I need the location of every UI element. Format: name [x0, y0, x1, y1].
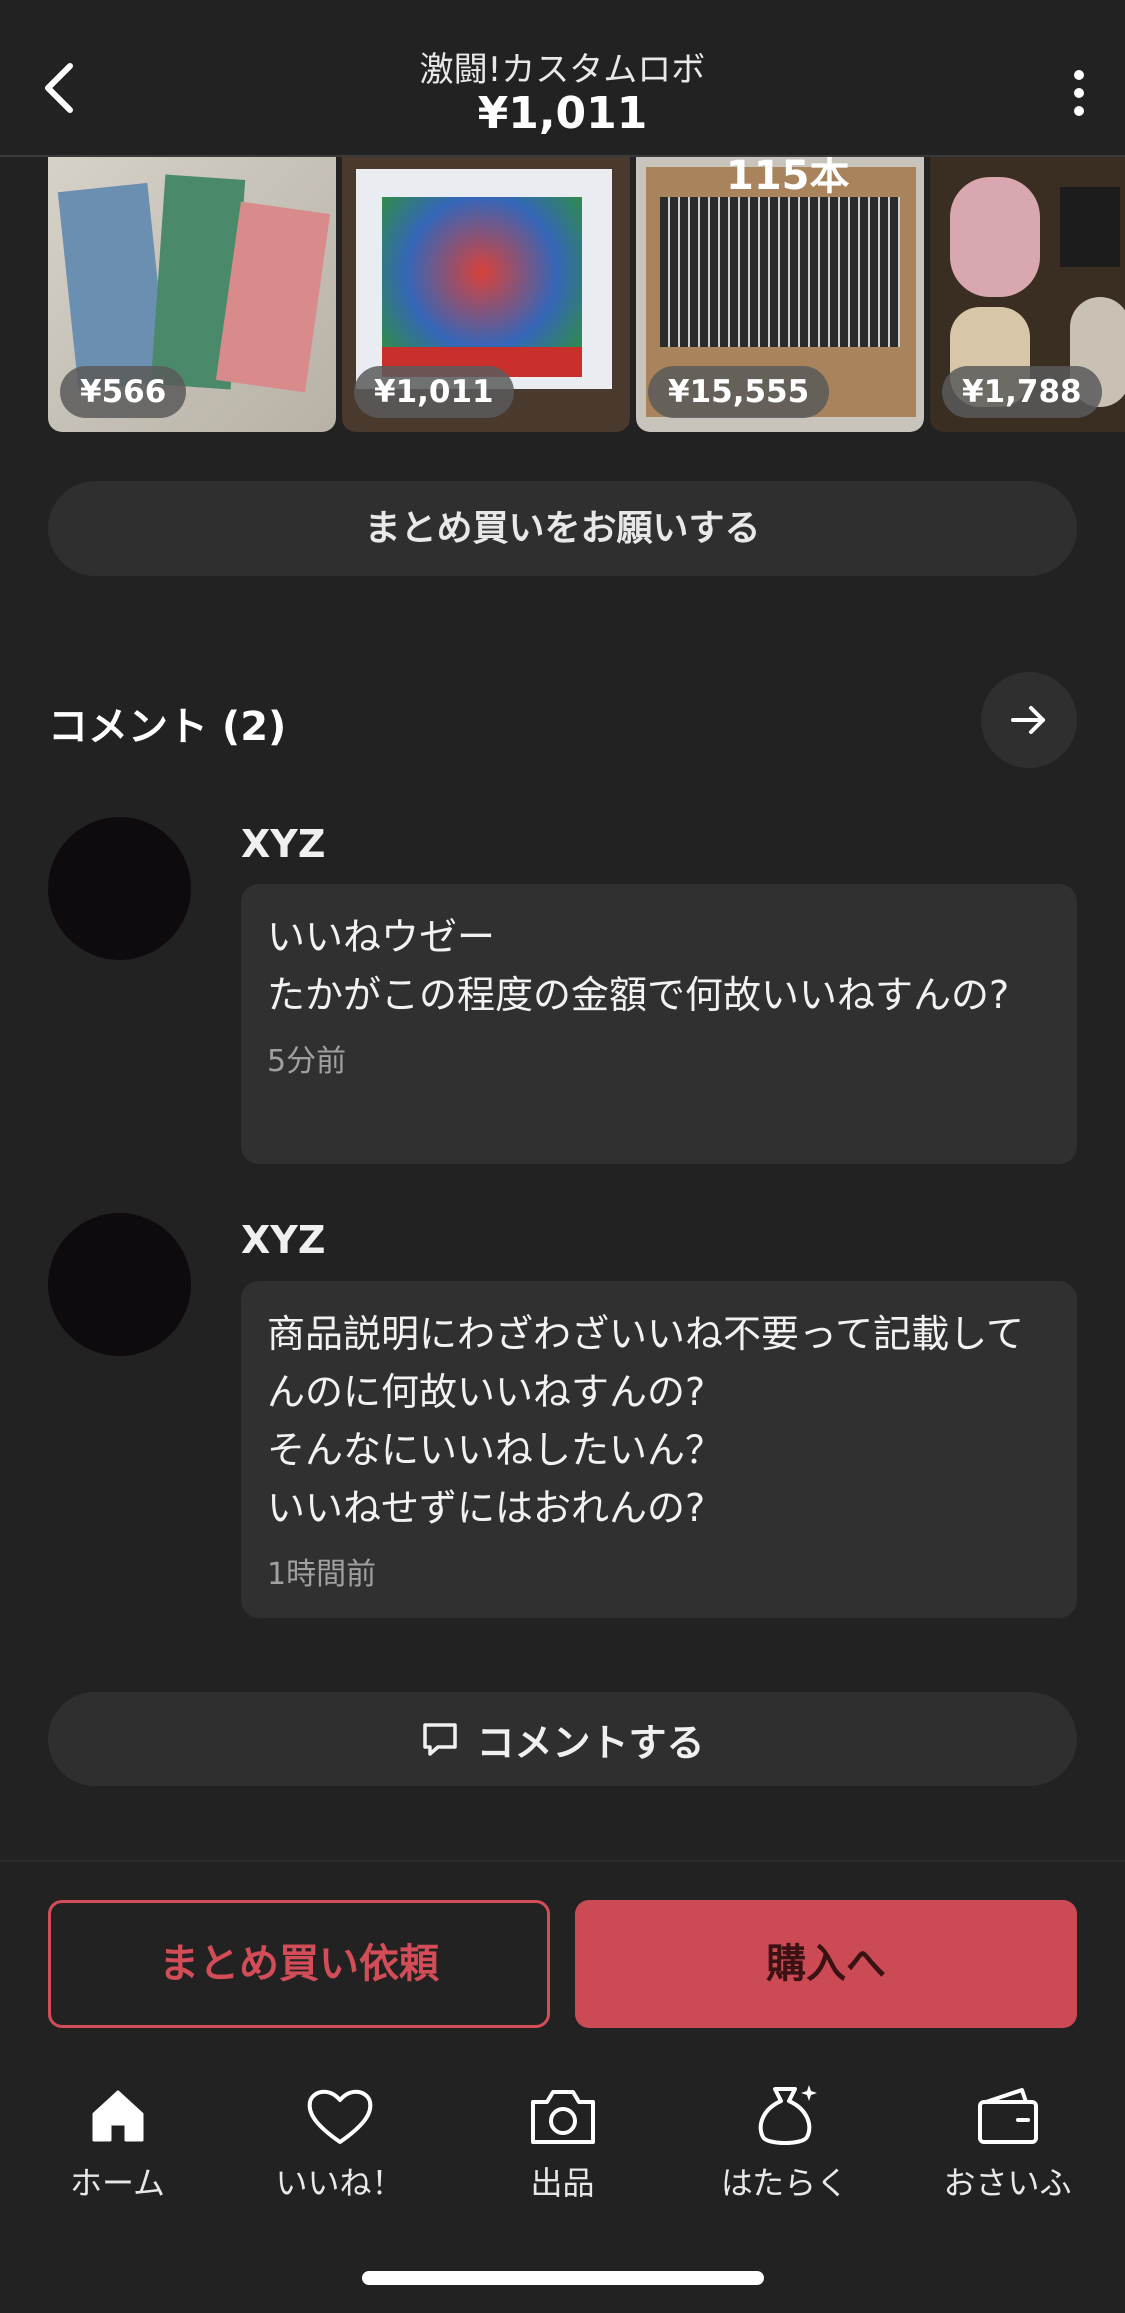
tab-label: 出品: [530, 2164, 595, 2202]
tab-wallet[interactable]: おさいふ: [895, 2080, 1120, 2204]
more-dot-icon: [1074, 88, 1084, 98]
camera-icon: [530, 2090, 595, 2144]
related-items-carousel[interactable]: ¥566 ¥1,011 115本 ¥15,555 ¥1,788: [48, 157, 1125, 432]
tab-label: おさいふ: [943, 2164, 1072, 2202]
item-overlay-text: 115本: [726, 157, 850, 199]
more-dot-icon: [1074, 106, 1084, 116]
header-price: ¥1,011: [477, 88, 648, 139]
write-comment-label: コメントする: [476, 1720, 705, 1765]
more-dot-icon: [1074, 70, 1084, 80]
home-indicator[interactable]: [362, 2271, 764, 2285]
tab-sell[interactable]: 出品: [450, 2080, 675, 2204]
heart-icon: [307, 2089, 372, 2144]
related-item-thumbnail[interactable]: ¥1,011: [342, 157, 630, 432]
comment-username[interactable]: XYZ: [241, 822, 325, 866]
comments-more-button[interactable]: [981, 672, 1077, 768]
tab-label: はたらく: [720, 2164, 849, 2202]
comment-bubble: 商品説明にわざわざいいね不要って記載してんのに何故いいねすんの? そんなにいいね…: [241, 1281, 1077, 1618]
related-item-thumbnail[interactable]: 115本 ¥15,555: [636, 157, 924, 432]
buy-button[interactable]: 購入へ: [575, 1900, 1077, 2028]
comment-username[interactable]: XYZ: [241, 1218, 325, 1262]
comment-icon: [423, 1723, 458, 1756]
related-item-thumbnail[interactable]: ¥566: [48, 157, 336, 432]
avatar[interactable]: [48, 817, 191, 960]
related-item-thumbnail[interactable]: ¥1,788: [930, 157, 1125, 432]
comment-time: 1時間前: [267, 1557, 377, 1592]
purchase-action-bar: まとめ買い依頼 購入へ: [0, 1860, 1125, 2040]
tab-label: ホーム: [69, 2164, 166, 2202]
comment-text: いいねウゼー たかがこの程度の金額で何故いいねすんの?: [267, 915, 1010, 1017]
comment-text: 商品説明にわざわざいいね不要って記載してんのに何故いいねすんの? そんなにいいね…: [267, 1312, 1024, 1530]
bundle-purchase-button[interactable]: まとめ買いをお願いする: [48, 481, 1077, 576]
write-comment-button[interactable]: コメントする: [48, 1692, 1077, 1786]
comments-title: コメント (2): [48, 704, 287, 750]
wallet-icon: [977, 2088, 1038, 2144]
bundle-request-button[interactable]: まとめ買い依頼: [48, 1900, 550, 2028]
header-title: 激闘!カスタムロボ: [419, 50, 706, 90]
comment-time: 5分前: [267, 1044, 347, 1079]
item-price-badge: ¥1,011: [354, 366, 514, 418]
tab-work[interactable]: はたらく: [672, 2080, 897, 2204]
money-bag-icon: [758, 2085, 817, 2145]
arrow-right-icon: [1011, 706, 1045, 734]
comment-bubble: いいねウゼー たかがこの程度の金額で何故いいねすんの? 5分前: [241, 884, 1077, 1164]
tab-label: いいね！: [275, 2164, 404, 2202]
more-options-button[interactable]: [1069, 70, 1089, 116]
header: 激闘!カスタムロボ ¥1,011: [0, 0, 1125, 157]
item-price-badge: ¥566: [60, 366, 187, 418]
avatar[interactable]: [48, 1213, 191, 1356]
item-price-badge: ¥15,555: [648, 366, 830, 418]
item-price-badge: ¥1,788: [942, 366, 1102, 418]
tab-likes[interactable]: いいね！: [227, 2080, 452, 2204]
tab-home[interactable]: ホーム: [5, 2080, 230, 2204]
home-icon: [92, 2090, 143, 2142]
